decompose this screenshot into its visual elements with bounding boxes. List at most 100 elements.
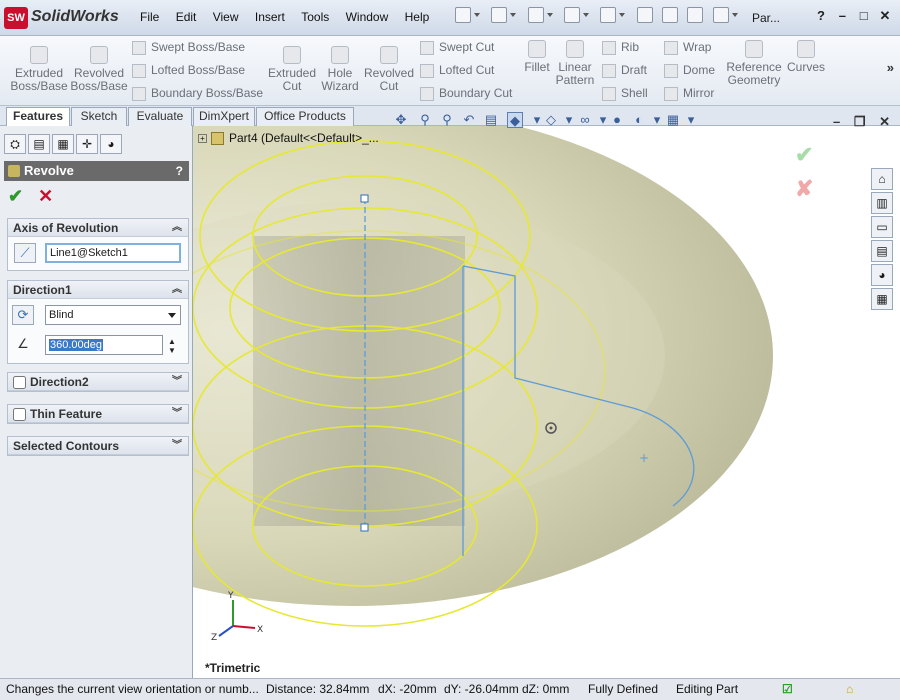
angle-spinner[interactable]: ▲ ▼ bbox=[168, 337, 178, 355]
rib-button[interactable]: Rib bbox=[602, 38, 639, 56]
dome-button[interactable]: Dome bbox=[664, 61, 715, 79]
mirror-button[interactable]: Mirror bbox=[664, 84, 714, 102]
view-orientation-icon[interactable]: ◆ bbox=[507, 112, 523, 128]
pan-icon[interactable]: ✥ bbox=[393, 112, 409, 128]
close-icon[interactable]: ✕ bbox=[876, 8, 894, 24]
select-icon[interactable] bbox=[636, 7, 653, 23]
fillet-button[interactable]: Fillet bbox=[522, 40, 552, 74]
thin-feature-header[interactable]: Thin Feature ︾ bbox=[8, 405, 188, 423]
view-palette-icon[interactable]: ▤ bbox=[871, 240, 893, 262]
revolve-type-select[interactable]: Blind bbox=[45, 305, 181, 325]
help-icon[interactable]: ? bbox=[812, 8, 830, 23]
extruded-boss-button[interactable]: Extruded Boss/Base bbox=[10, 46, 68, 93]
swept-cut-button[interactable]: Swept Cut bbox=[420, 38, 494, 56]
selected-contours-header[interactable]: Selected Contours ︾ bbox=[8, 437, 188, 455]
design-library-icon[interactable]: ▥ bbox=[871, 192, 893, 214]
collapse-icon[interactable]: ︽ bbox=[172, 281, 182, 299]
tab-sketch[interactable]: Sketch bbox=[71, 107, 127, 126]
boundary-cut-button[interactable]: Boundary Cut bbox=[420, 84, 512, 102]
direction1-header[interactable]: Direction1 ︽ bbox=[8, 281, 188, 299]
rebuild-icon[interactable] bbox=[662, 7, 679, 23]
ok-button[interactable]: ✔ bbox=[8, 186, 23, 206]
reference-geometry-button[interactable]: Reference Geometry bbox=[724, 40, 784, 87]
new-document-icon[interactable] bbox=[455, 7, 471, 23]
ribbon-more-icon[interactable]: » bbox=[887, 60, 894, 75]
thin-feature-checkbox[interactable] bbox=[13, 408, 26, 422]
chevron-down-icon[interactable] bbox=[474, 13, 480, 17]
cancel-button[interactable]: ✕ bbox=[38, 186, 53, 206]
section-view-icon[interactable]: ▤ bbox=[483, 112, 499, 128]
hole-wizard-button[interactable]: Hole Wizard bbox=[316, 46, 364, 93]
chevron-down-icon[interactable]: ▾ bbox=[561, 112, 577, 128]
options-icon[interactable] bbox=[712, 7, 729, 23]
viewport-restore-icon[interactable]: ❐ bbox=[854, 114, 866, 129]
chevron-down-icon[interactable]: ▾ bbox=[649, 112, 665, 128]
menu-help[interactable]: Help bbox=[405, 10, 430, 24]
chevron-down-icon[interactable] bbox=[619, 13, 626, 17]
minimize-icon[interactable]: – bbox=[833, 8, 851, 23]
chevron-down-icon[interactable] bbox=[546, 13, 553, 17]
previous-view-icon[interactable]: ↶ bbox=[461, 112, 477, 128]
tag-icon[interactable]: ⌂ bbox=[846, 679, 853, 699]
hide-show-icon[interactable]: ∞ bbox=[577, 112, 593, 128]
print-icon[interactable] bbox=[564, 7, 581, 23]
rebuild-status-icon[interactable]: ☑ bbox=[782, 679, 793, 699]
menu-tools[interactable]: Tools bbox=[301, 10, 329, 24]
revolved-boss-button[interactable]: Revolved Boss/Base bbox=[70, 46, 128, 93]
graphics-area[interactable]: + Y X Z *Trimetric bbox=[193, 126, 900, 678]
configuration-manager-icon[interactable]: ▦ bbox=[52, 134, 74, 154]
file-explorer-icon[interactable]: ▭ bbox=[871, 216, 893, 238]
shell-button[interactable]: Shell bbox=[602, 84, 648, 102]
app-logo[interactable]: SW SolidWorks bbox=[4, 6, 126, 30]
viewport-minimize-icon[interactable]: – bbox=[833, 114, 840, 129]
menu-view[interactable]: View bbox=[213, 10, 239, 24]
appearances-icon[interactable]: ◕ bbox=[871, 264, 893, 286]
revolved-cut-button[interactable]: Revolved Cut bbox=[362, 46, 416, 93]
display-style-icon[interactable]: ◇ bbox=[543, 112, 559, 128]
chevron-down-icon[interactable] bbox=[510, 13, 517, 17]
maximize-icon[interactable]: □ bbox=[855, 8, 873, 23]
linear-pattern-button[interactable]: Linear Pattern bbox=[554, 40, 596, 87]
tab-features[interactable]: Features bbox=[6, 107, 70, 127]
custom-properties-icon[interactable]: ▦ bbox=[871, 288, 893, 310]
menu-insert[interactable]: Insert bbox=[255, 10, 285, 24]
curves-button[interactable]: Curves bbox=[786, 40, 826, 74]
swept-boss-button[interactable]: Swept Boss/Base bbox=[132, 38, 245, 56]
menu-window[interactable]: Window bbox=[346, 10, 389, 24]
tab-evaluate[interactable]: Evaluate bbox=[128, 107, 192, 126]
chevron-down-icon[interactable]: ▾ bbox=[683, 112, 699, 128]
reverse-direction-icon[interactable]: ⟳ bbox=[12, 305, 34, 325]
lofted-cut-button[interactable]: Lofted Cut bbox=[420, 61, 494, 79]
extruded-cut-button[interactable]: Extruded Cut bbox=[264, 46, 320, 93]
file-properties-icon[interactable] bbox=[687, 7, 704, 23]
solidworks-resources-icon[interactable]: ⌂ bbox=[871, 168, 893, 190]
cancel-corner-icon[interactable]: ✘ bbox=[795, 176, 813, 202]
sketch-endpoint[interactable] bbox=[360, 523, 369, 532]
boundary-boss-button[interactable]: Boundary Boss/Base bbox=[132, 84, 263, 102]
wrap-button[interactable]: Wrap bbox=[664, 38, 711, 56]
angle-field[interactable]: 360.00deg bbox=[45, 335, 163, 355]
feature-tree-flyout[interactable]: + Part4 (Default<<Default>_... bbox=[198, 131, 379, 146]
chevron-down-icon[interactable] bbox=[731, 13, 738, 17]
menu-file[interactable]: File bbox=[140, 10, 159, 24]
save-icon[interactable] bbox=[527, 7, 544, 23]
axis-field[interactable]: Line1@Sketch1 bbox=[45, 243, 181, 263]
appearance-icon[interactable]: ● bbox=[609, 112, 625, 128]
zoom-to-fit-icon[interactable]: ⚲ bbox=[417, 112, 433, 128]
ok-corner-icon[interactable]: ✔ bbox=[795, 142, 813, 168]
axis-of-revolution-header[interactable]: Axis of Revolution ︽ bbox=[8, 219, 188, 237]
menu-edit[interactable]: Edit bbox=[176, 10, 197, 24]
expand-icon[interactable]: ︾ bbox=[172, 373, 182, 391]
direction2-checkbox[interactable] bbox=[13, 376, 26, 390]
lofted-boss-button[interactable]: Lofted Boss/Base bbox=[132, 61, 245, 79]
property-manager-icon[interactable]: ▤ bbox=[28, 134, 50, 154]
scene-icon[interactable]: ◐ bbox=[631, 112, 647, 128]
expand-icon[interactable]: ︾ bbox=[172, 405, 182, 423]
chevron-down-icon[interactable] bbox=[583, 13, 590, 17]
undo-icon[interactable] bbox=[600, 7, 617, 23]
expand-icon[interactable]: ︾ bbox=[172, 437, 182, 455]
dimxpert-manager-icon[interactable]: ✛ bbox=[76, 134, 98, 154]
viewport-close-icon[interactable]: ✕ bbox=[879, 114, 890, 129]
view-settings-icon[interactable]: ▦ bbox=[665, 112, 681, 128]
zoom-to-area-icon[interactable]: ⚲ bbox=[439, 112, 455, 128]
